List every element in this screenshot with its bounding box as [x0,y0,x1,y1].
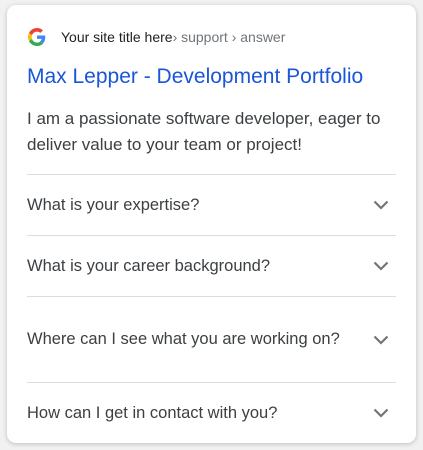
result-description: I am a passionate software developer, ea… [27,109,381,154]
faq-question: What is your expertise? [27,195,200,214]
chevron-down-icon [373,261,389,271]
chevron-down-icon [373,335,389,345]
faq-question: How can I get in contact with you? [27,403,278,422]
chevron-down-icon [373,408,389,418]
chevron-down-icon [373,200,389,210]
faq-item[interactable]: What is your expertise? [27,174,396,235]
faq-item[interactable]: Where can I see what you are working on? [27,296,396,382]
faq-question: What is your career background? [27,256,271,275]
site-title: Your site title here [61,29,173,45]
faq-question: Where can I see what you are working on? [27,330,340,348]
breadcrumb[interactable]: Your site title here › support › answer [28,27,285,47]
faq-item[interactable]: How can I get in contact with you? [27,382,396,443]
result-title-link[interactable]: Max Lepper - Development Portfolio [27,65,363,89]
search-result-card: Your site title here › support › answer … [7,5,416,443]
breadcrumb-path: › support › answer [172,29,286,45]
faq-list: What is your expertise? What is your car… [27,174,396,443]
faq-item[interactable]: What is your career background? [27,235,396,296]
google-g-icon [28,28,46,46]
